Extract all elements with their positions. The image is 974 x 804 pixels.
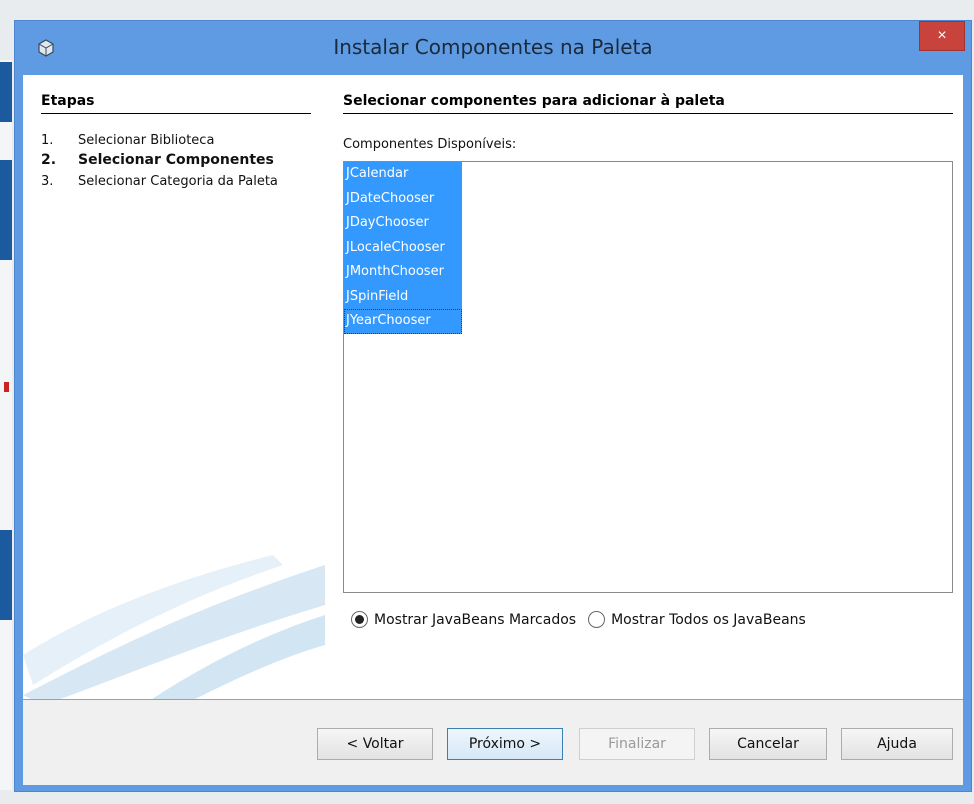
step-number: 3. [41, 174, 54, 189]
close-button[interactable]: × [919, 21, 965, 51]
step-item: 3. Selecionar Categoria da Paleta [41, 174, 278, 189]
background-marker [4, 382, 9, 392]
radio-unchecked-icon[interactable] [588, 611, 606, 628]
components-list-label: Componentes Disponíveis: [343, 137, 517, 152]
page-title: Selecionar componentes para adicionar à … [343, 93, 725, 109]
background-banner-1 [0, 62, 12, 122]
list-item[interactable]: JDateChooser [344, 186, 462, 211]
radio-show-marked[interactable]: Mostrar JavaBeans Marcados [351, 611, 576, 628]
background-banner-3 [0, 530, 12, 620]
cancel-button[interactable]: Cancelar [709, 728, 827, 760]
steps-pane: Etapas 1. Selecionar Biblioteca 2. Selecio… [23, 75, 325, 699]
list-item[interactable]: JMonthChooser [344, 260, 462, 285]
step-label: Selecionar Categoria da Paleta [78, 174, 278, 189]
next-button[interactable]: Próximo > [447, 728, 563, 760]
install-components-dialog: Instalar Componentes na Paleta × Etapas … [14, 20, 972, 792]
list-item[interactable]: JLocaleChooser [344, 235, 462, 260]
radio-show-all[interactable]: Mostrar Todos os JavaBeans [588, 611, 806, 628]
steps-title: Etapas [41, 93, 95, 109]
list-item[interactable]: JYearChooser [344, 309, 462, 334]
step-item: 1. Selecionar Biblioteca [41, 133, 214, 148]
close-icon: × [937, 27, 947, 44]
title-bar[interactable]: Instalar Componentes na Paleta × [15, 21, 971, 75]
dialog-body: Etapas 1. Selecionar Biblioteca 2. Selecio… [23, 75, 963, 785]
help-button[interactable]: Ajuda [841, 728, 953, 760]
step-item-active: 2. Selecionar Componentes [41, 152, 274, 168]
content-divider [343, 113, 953, 114]
step-label: Selecionar Componentes [78, 152, 274, 168]
list-item[interactable]: JDayChooser [344, 211, 462, 236]
finish-button: Finalizar [579, 728, 695, 760]
radio-label: Mostrar Todos os JavaBeans [611, 611, 806, 628]
radio-checked-icon[interactable] [351, 611, 368, 628]
step-number: 1. [41, 133, 54, 148]
step-number: 2. [41, 152, 57, 168]
back-button[interactable]: < Voltar [317, 728, 433, 760]
radio-label: Mostrar JavaBeans Marcados [374, 611, 577, 628]
components-list[interactable]: JCalendar JDateChooser JDayChooser JLoca… [343, 161, 953, 593]
list-item[interactable]: JSpinField [344, 284, 462, 309]
window-title: Instalar Componentes na Paleta [333, 35, 653, 59]
list-item[interactable]: JCalendar [344, 162, 462, 187]
decorative-swoosh [23, 555, 325, 699]
steps-divider [41, 113, 311, 114]
step-label: Selecionar Biblioteca [78, 133, 215, 148]
filter-radio-group: Mostrar JavaBeans Marcados Mostrar Todos… [351, 611, 818, 628]
background-bottom [0, 790, 974, 804]
background-banner-2 [0, 160, 12, 260]
